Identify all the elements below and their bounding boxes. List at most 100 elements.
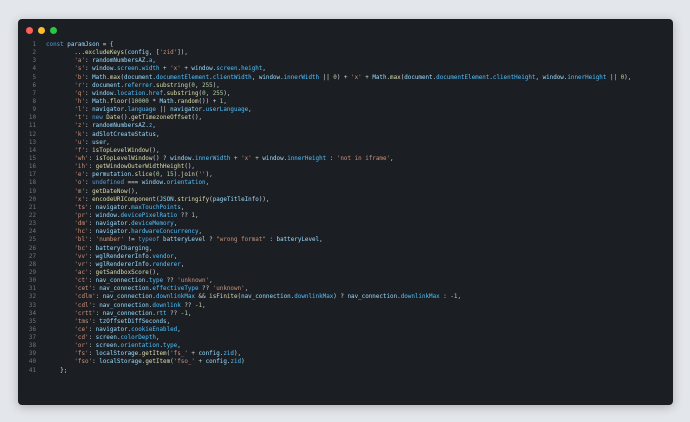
line-number: 30 [28,278,36,285]
line-number: 7 [32,90,36,97]
code-line: 20 'x': encodeURIComponent(JSON.stringif… [18,196,673,204]
code-text: 'ce': navigator.cookieEnabled, [74,326,181,333]
code-text: 'tms': tzOffsetDiffSeconds, [74,318,171,325]
line-number: 39 [28,351,36,358]
code-text: 'f': isTopLevelWindow(), [74,147,160,154]
code-text: 's': window.screen.width + 'x' + window.… [74,66,266,73]
maximize-dot-icon[interactable] [50,27,57,34]
line-number: 38 [28,343,36,350]
code-text: 't': new Date().getTimezoneOffset(), [74,115,203,122]
code-line: 22 'pr': window.devicePixelRatio ?? 1, [18,212,673,220]
code-text: 'cdl': nav_connection.downlink ?? -1, [74,302,206,309]
code-text: ...excludeKeys(config, ['zid']), [46,50,188,57]
code-line: 25 'bl': 'number' != typeof batteryLevel… [18,236,673,244]
code-line: 15 'wh': isTopLevelWindow() ? window.inn… [18,155,673,163]
line-number: 34 [28,310,36,317]
line-number: 25 [28,237,36,244]
code-text: 'h': Math.floor(10000 * Math.random()) +… [74,98,227,105]
code-line: 35 'tms': tzOffsetDiffSeconds, [18,318,673,326]
code-line: 6 'r': document.referrer.substring(0, 25… [18,82,673,90]
code-line: 41 }; [18,367,673,375]
code-text: 'r': document.referrer.substring(0, 255)… [74,82,220,89]
line-number: 9 [32,107,36,114]
line-number: 13 [28,139,36,146]
code-line: 40 'fso': localStorage.getItem('fso_' + … [18,358,673,366]
code-line: 24 'hc': navigator.hardwareConcurrency, [18,228,673,236]
line-number: 11 [28,123,36,130]
code-line: 13 'u': user, [18,139,673,147]
window-titlebar [18,19,673,41]
code-text: 'cet': nav_connection.effectiveType ?? '… [74,286,249,293]
code-text: 'q': window.location.href.substring(0, 2… [74,90,231,97]
code-line: 19 'm': getDateNow(), [18,188,673,196]
line-number: 21 [28,204,36,211]
code-text: 'vr': wglRendererInfo.renderer, [74,261,185,268]
code-text: 'b': Math.max(document.documentElement.c… [74,74,632,81]
code-line: 17 'e': permutation.slice(0, 15).join(''… [18,171,673,179]
code-text: 'crtt': nav_connection.rtt ?? -1, [74,310,192,317]
code-line: 12 'k': adSlotCreateStatus, [18,131,673,139]
code-text: 'k': adSlotCreateStatus, [74,131,160,138]
code-line: 38 'or': screen.orientation.type, [18,342,673,350]
line-number: 15 [28,155,36,162]
line-number: 28 [28,261,36,268]
line-number: 36 [28,326,36,333]
code-text: 'ih': getWindowOuterWidthHeight(), [74,164,195,171]
code-text: 'hc': navigator.hardwareConcurrency, [74,229,203,236]
code-text: 'ct': nav_connection.type ?? 'unknown', [74,278,213,285]
line-number: 17 [28,172,36,179]
code-text: 'x': encodeURIComponent(JSON.stringify(p… [74,196,270,203]
code-line: 27 'vv': wglRendererInfo.vendor, [18,253,673,261]
line-number: 5 [32,74,36,81]
code-line: 23 'dm': navigator.deviceMemory, [18,220,673,228]
code-line: 18 'o': undefined === window.orientation… [18,179,673,187]
code-text: 'cdlm': nav_connection.downlinkMax && is… [74,294,461,301]
code-line: 14 'f': isTopLevelWindow(), [18,147,673,155]
code-text: }; [46,367,68,374]
code-text: 'dm': navigator.deviceMemory, [74,221,178,228]
line-number: 33 [28,302,36,309]
line-number: 32 [28,294,36,301]
code-text: 'a': randomNumbersAZ.a, [74,58,156,65]
code-text: 'bc': batteryCharging, [74,245,153,252]
code-text: 'fso': localStorage.getItem('fso_' + con… [74,359,245,366]
code-line: 11 'z': randomNumbersAZ.z, [18,122,673,130]
line-number: 10 [28,115,36,122]
code-text: 'wh': isTopLevelWindow() ? window.innerW… [74,155,394,162]
code-line: 4 's': window.screen.width + 'x' + windo… [18,65,673,73]
line-number: 4 [32,66,36,73]
code-line: 28 'vr': wglRendererInfo.renderer, [18,261,673,269]
line-number: 3 [32,58,36,65]
line-number: 37 [28,335,36,342]
code-text: const paramJson = { [46,42,114,48]
line-number: 27 [28,253,36,260]
minimize-dot-icon[interactable] [38,27,45,34]
code-text: 'm': getDateNow(), [74,188,139,195]
code-text: 'u': user, [74,139,110,146]
line-number: 40 [28,359,36,366]
code-text: 'cd': screen.colorDepth, [74,335,160,342]
code-text: 'vv': wglRendererInfo.vendor, [74,253,178,260]
line-number: 19 [28,188,36,195]
code-line: 32 'cdlm': nav_connection.downlinkMax &&… [18,293,673,301]
close-dot-icon[interactable] [26,27,33,34]
line-number: 41 [28,367,36,374]
code-line: 30 'ct': nav_connection.type ?? 'unknown… [18,277,673,285]
code-line: 26 'bc': batteryCharging, [18,245,673,253]
code-line: 5 'b': Math.max(document.documentElement… [18,74,673,82]
code-line: 31 'cet': nav_connection.effectiveType ?… [18,285,673,293]
line-number: 22 [28,212,36,219]
line-number: 23 [28,221,36,228]
code-line: 9 'l': navigator.language || navigator.u… [18,106,673,114]
code-line: 36 'ce': navigator.cookieEnabled, [18,326,673,334]
code-window: 1 const paramJson = {2 ...excludeKeys(con… [18,19,673,405]
line-number: 24 [28,229,36,236]
line-number: 31 [28,286,36,293]
line-number: 8 [32,98,36,105]
code-editor[interactable]: 1 const paramJson = {2 ...excludeKeys(con… [18,41,673,405]
code-text: 'ts': navigator.maxTouchPoints, [74,204,185,211]
line-number: 18 [28,180,36,187]
code-line: 2 ...excludeKeys(config, ['zid']), [18,49,673,57]
code-text: 'l': navigator.language || navigator.use… [74,107,252,114]
code-line: 21 'ts': navigator.maxTouchPoints, [18,204,673,212]
